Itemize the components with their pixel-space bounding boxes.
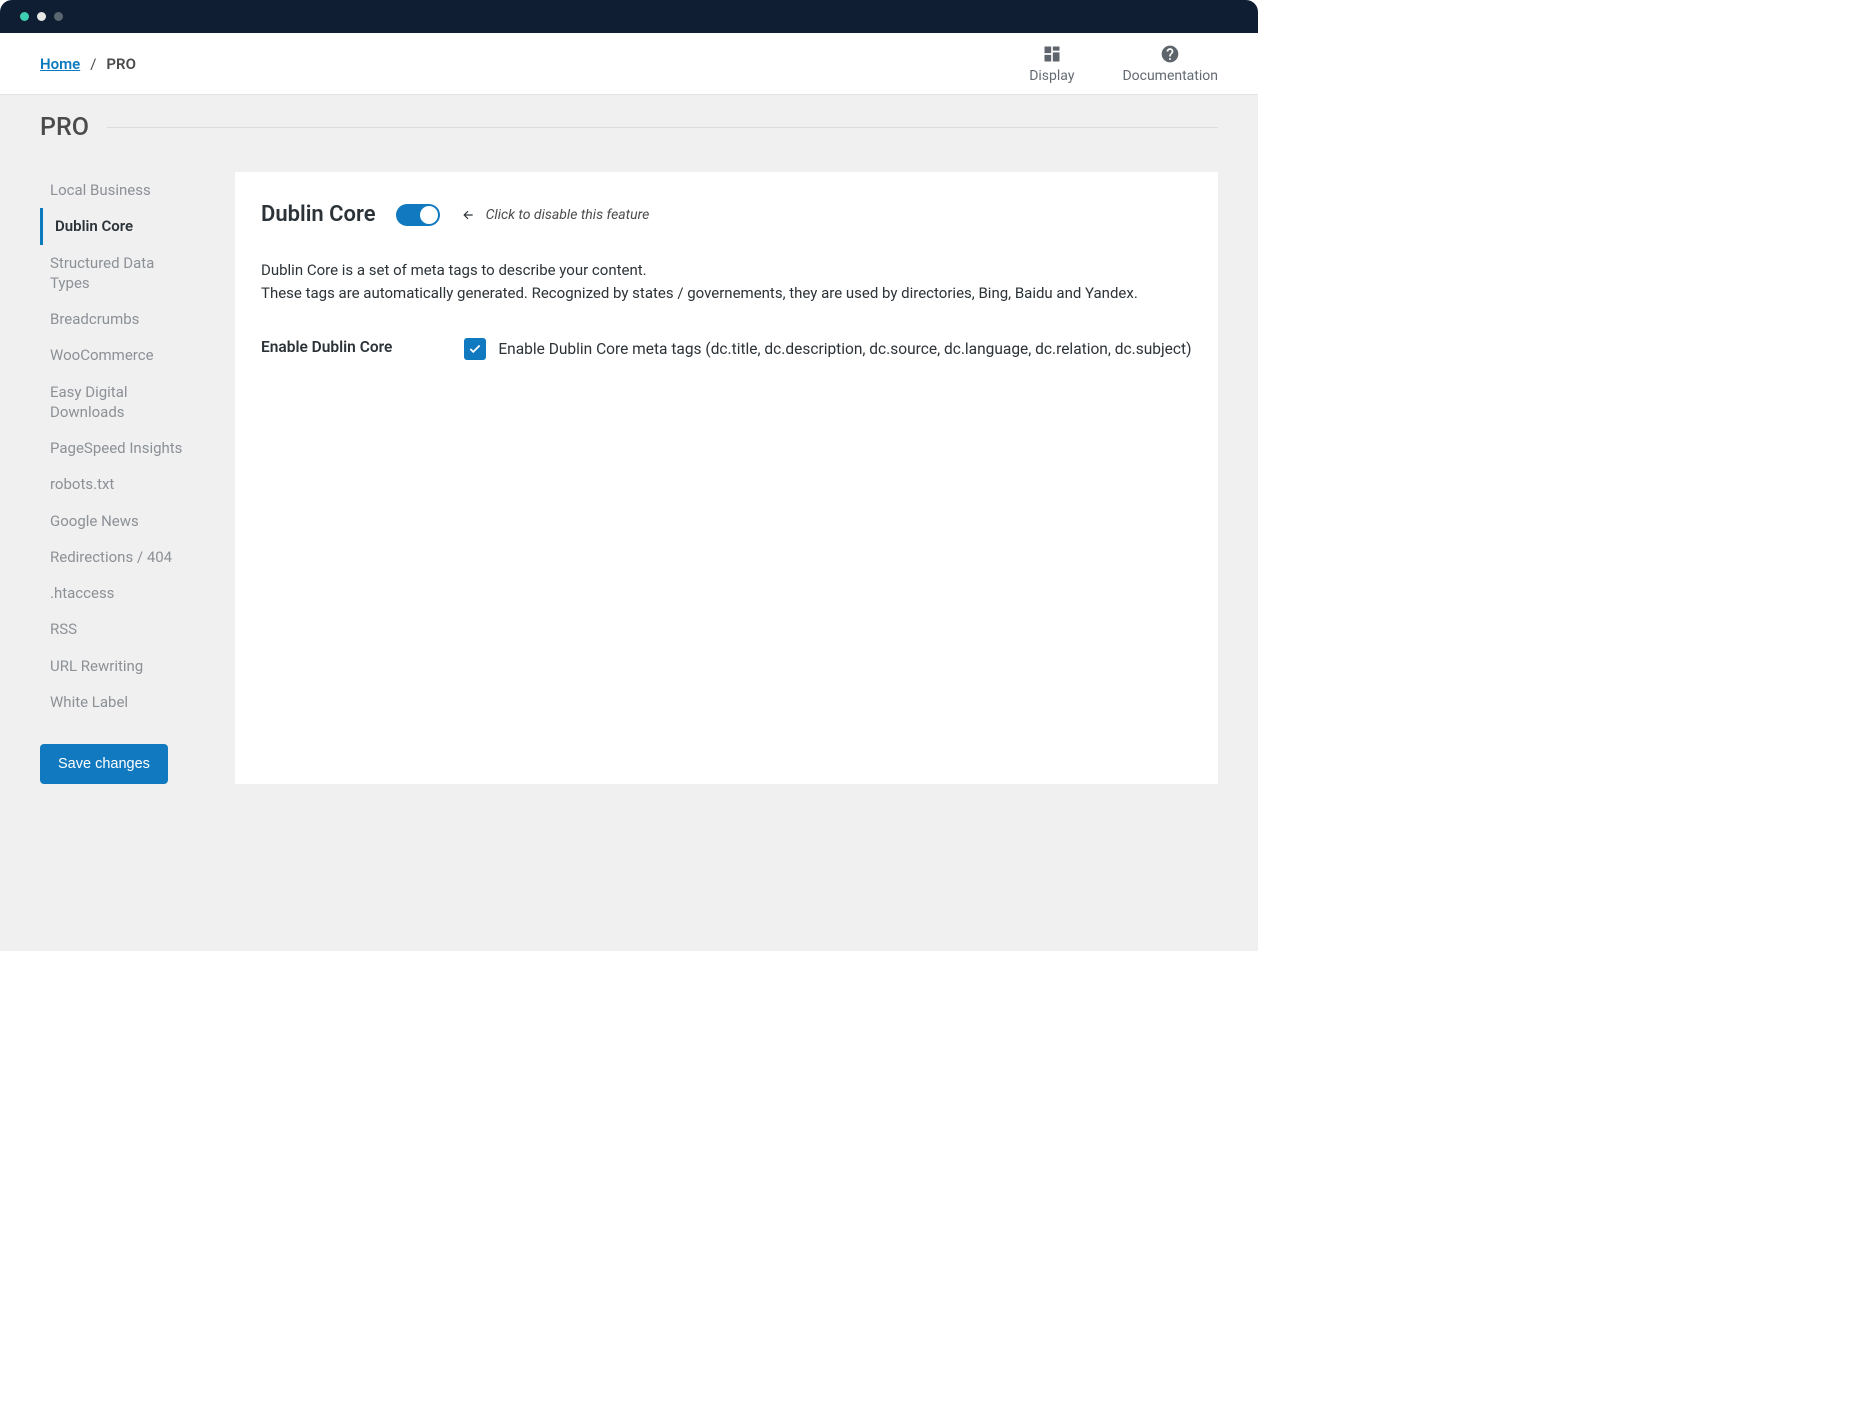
documentation-label: Documentation [1122, 68, 1218, 84]
question-circle-icon [1160, 44, 1180, 64]
traffic-light-maximize[interactable] [54, 12, 63, 21]
sidebar-item-breadcrumbs[interactable]: Breadcrumbs [40, 301, 195, 337]
field-label-enable-dublin-core: Enable Dublin Core [261, 338, 392, 356]
toplinks: Display Documentation [1029, 44, 1218, 84]
toggle-hint-text: Click to disable this feature [486, 207, 650, 223]
display-label: Display [1029, 68, 1074, 84]
traffic-light-close[interactable] [20, 12, 29, 21]
enable-dublin-core-checkbox[interactable] [464, 338, 486, 360]
toggle-hint-block: Click to disable this feature [460, 207, 650, 223]
panel-title: Dublin Core [261, 202, 376, 227]
page-body: PRO Local BusinessDublin CoreStructured … [0, 95, 1258, 951]
breadcrumb-separator: / [90, 55, 96, 73]
page-title-wrap: PRO [40, 113, 1218, 142]
topbar: Home / PRO Display Documentation [0, 33, 1258, 95]
main-layout: Local BusinessDublin CoreStructured Data… [40, 172, 1218, 784]
sidebar-item-google-news[interactable]: Google News [40, 503, 195, 539]
display-icon [1042, 44, 1062, 64]
panel-description: Dublin Core is a set of meta tags to des… [261, 259, 1192, 306]
enable-dublin-core-checkbox-row[interactable]: Enable Dublin Core meta tags (dc.title, … [464, 338, 1191, 360]
sidebar-item-structured-data-types[interactable]: Structured Data Types [40, 245, 195, 302]
documentation-link[interactable]: Documentation [1122, 44, 1218, 84]
sidebar-item-easy-digital-downloads[interactable]: Easy Digital Downloads [40, 374, 195, 431]
sidebar-item-local-business[interactable]: Local Business [40, 172, 195, 208]
panel-desc-line2: These tags are automatically generated. … [261, 282, 1192, 305]
sidebar-item-rss[interactable]: RSS [40, 611, 195, 647]
sidebar-item-dublin-core[interactable]: Dublin Core [40, 208, 195, 244]
enable-dublin-core-field: Enable Dublin Core Enable Dublin Core me… [261, 338, 1192, 360]
breadcrumb-home-link[interactable]: Home [40, 55, 80, 73]
sidebar-item-redirections-404[interactable]: Redirections / 404 [40, 539, 195, 575]
enable-dublin-core-checkbox-label: Enable Dublin Core meta tags (dc.title, … [498, 340, 1191, 358]
feature-toggle[interactable] [396, 204, 440, 226]
sidebar-item-htaccess[interactable]: .htaccess [40, 575, 195, 611]
breadcrumb-current: PRO [106, 55, 136, 73]
sidebar-item-white-label[interactable]: White Label [40, 684, 195, 720]
panel-desc-line1: Dublin Core is a set of meta tags to des… [261, 259, 1192, 282]
sidebar: Local BusinessDublin CoreStructured Data… [40, 172, 195, 784]
title-divider [107, 127, 1218, 128]
sidebar-item-pagespeed-insights[interactable]: PageSpeed Insights [40, 430, 195, 466]
save-button[interactable]: Save changes [40, 744, 168, 784]
page-title: PRO [40, 113, 89, 142]
sidebar-item-woocommerce[interactable]: WooCommerce [40, 337, 195, 373]
panel-header: Dublin Core Click to disable this featur… [261, 202, 1192, 227]
arrow-left-icon [460, 208, 476, 222]
breadcrumb: Home / PRO [40, 55, 136, 73]
sidebar-item-url-rewriting[interactable]: URL Rewriting [40, 648, 195, 684]
settings-panel: Dublin Core Click to disable this featur… [235, 172, 1218, 784]
traffic-light-minimize[interactable] [37, 12, 46, 21]
check-icon [468, 342, 482, 356]
display-link[interactable]: Display [1029, 44, 1074, 84]
sidebar-item-robots-txt[interactable]: robots.txt [40, 466, 195, 502]
window-titlebar [0, 0, 1258, 33]
